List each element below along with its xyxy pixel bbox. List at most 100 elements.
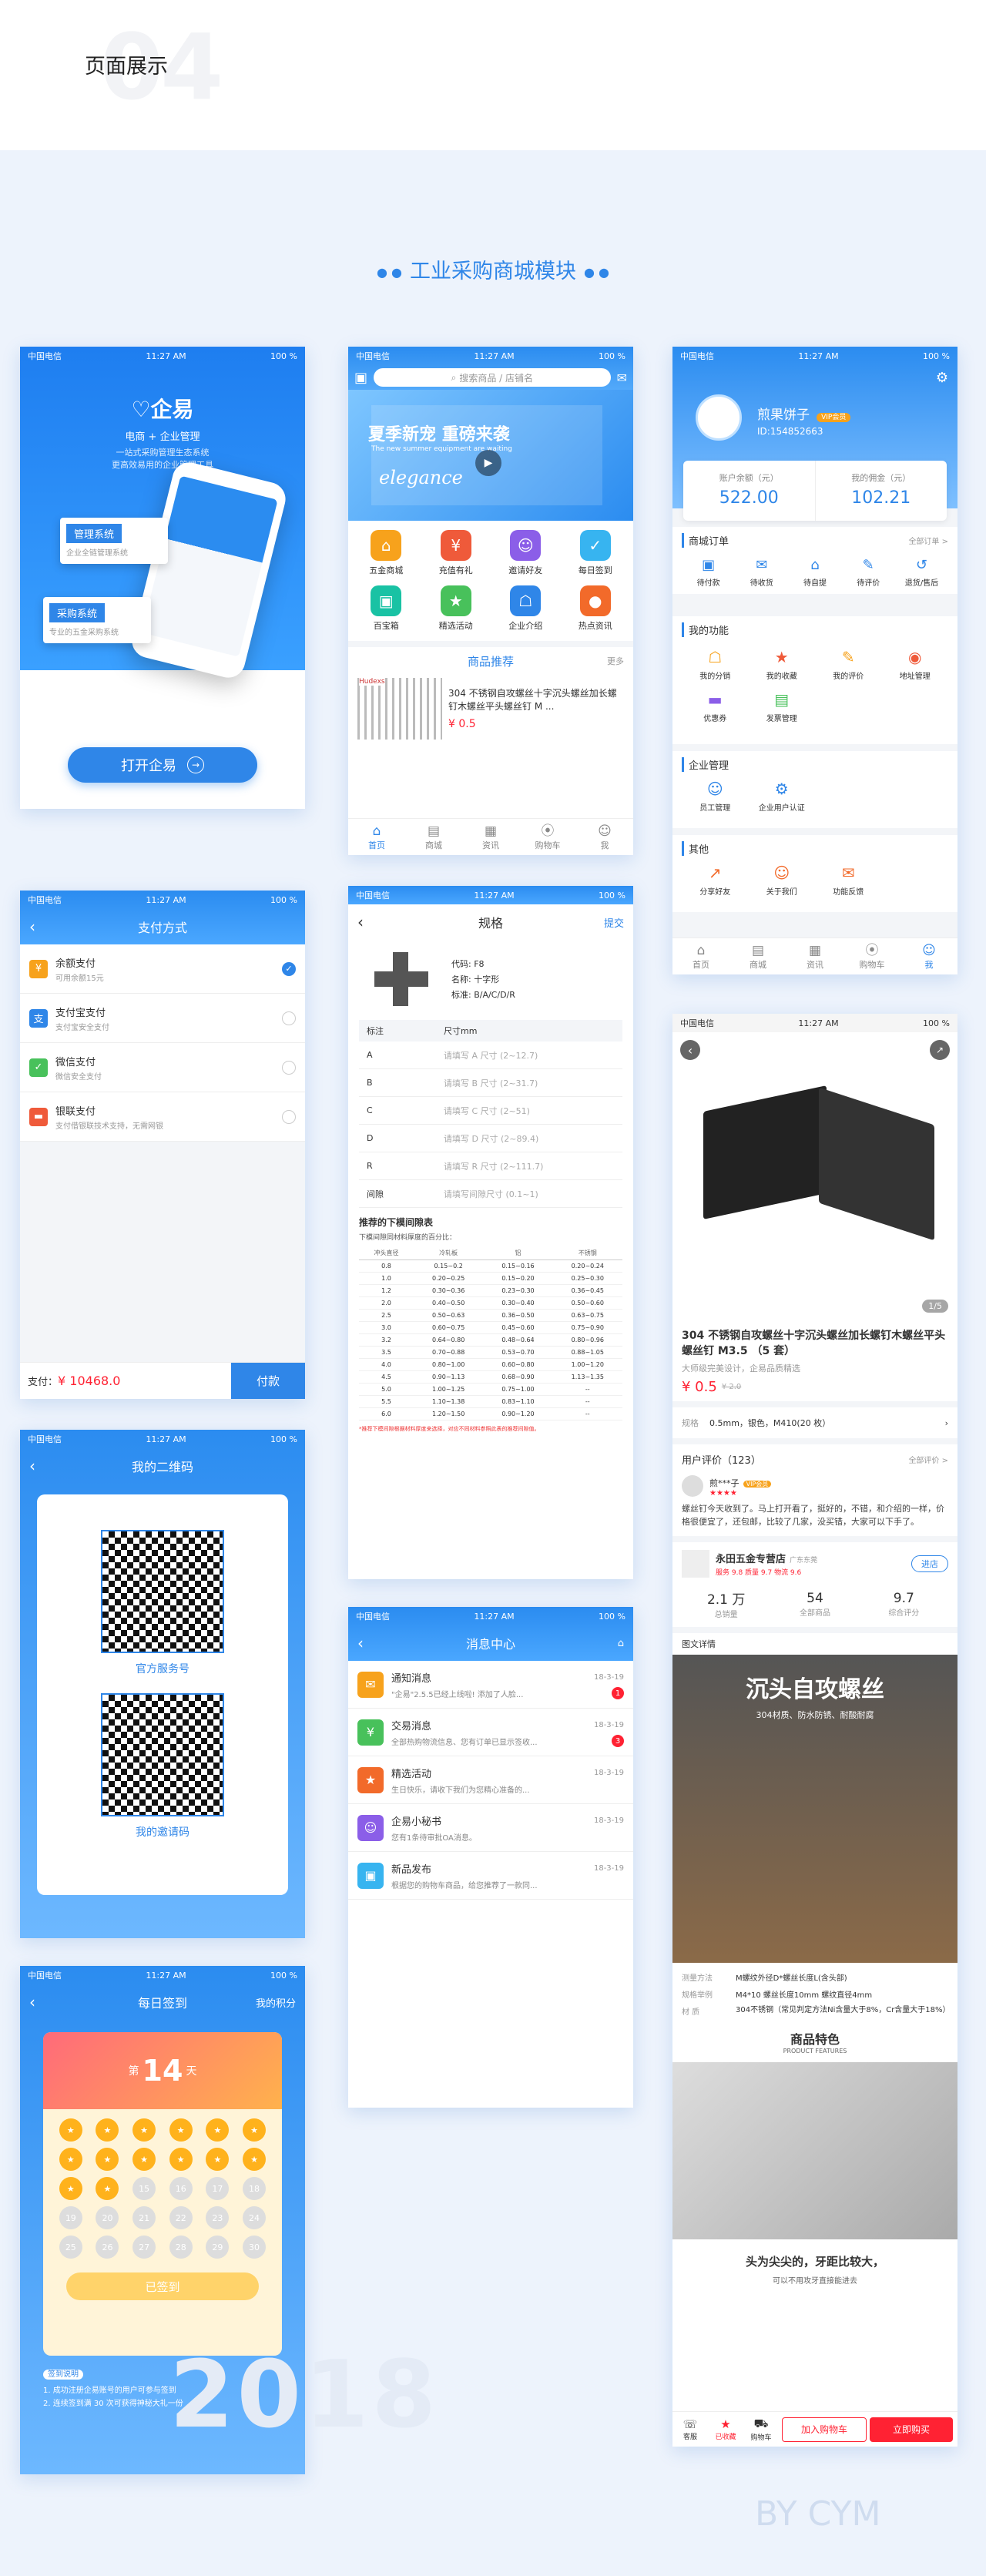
spec-input-row[interactable]: C 请填写 C 尺寸 (2~51) [359, 1097, 622, 1125]
pay-method-row[interactable]: ▬ 银联支付 支付借银联技术支持，无需网银 [20, 1092, 305, 1142]
table-row: 3.5 0.70~0.88 0.53~0.70 0.88~1.05 [359, 1346, 622, 1359]
function-icon: ▬ [707, 690, 723, 709]
function-label: 我的收藏 [766, 673, 797, 681]
gear-icon[interactable]: ⚙ [936, 370, 948, 386]
pay-button[interactable]: 付款 [231, 1362, 305, 1399]
back-icon[interactable]: ‹ [29, 917, 35, 936]
cart-button[interactable]: ⛟ 购物车 [743, 2417, 779, 2442]
order-shortcut[interactable]: ✉ 待收货 [735, 557, 788, 588]
order-shortcut[interactable]: ✎ 待评价 [842, 557, 895, 588]
balance-value[interactable]: 522.00 [683, 488, 815, 508]
message-item[interactable]: ☺ 企易小秘书 18-3-19 您有1条待审批OA消息。 [348, 1804, 633, 1852]
menu-item[interactable]: ⚙ 企业用户认证 [749, 780, 816, 813]
order-shortcut[interactable]: ↺ 退货/售后 [895, 557, 948, 588]
spec-input-row[interactable]: 间隙 请填写间隙尺寸 (0.1~1) [359, 1180, 622, 1208]
back-icon[interactable]: ‹ [680, 1040, 700, 1060]
qr-code-invite[interactable] [101, 1693, 224, 1816]
tab-item[interactable]: ⌂ 首页 [672, 938, 729, 974]
tab-icon: ▤ [751, 943, 765, 958]
function-icon: ▤ [774, 690, 790, 709]
pay-method-row[interactable]: ¥ 余额支付 可用余额15元 ✓ [20, 944, 305, 994]
spec-input-row[interactable]: B 请填写 B 尺寸 (2~31.7) [359, 1069, 622, 1097]
tab-item[interactable]: ▤ 商城 [405, 819, 462, 855]
signed-day-star-icon: ★ [200, 2148, 236, 2171]
share-icon[interactable]: ↗ [930, 1040, 950, 1060]
sign-day: 23 [200, 2206, 236, 2229]
my-points-link[interactable]: 我的积分 [256, 1995, 296, 2010]
radio-icon[interactable] [282, 1011, 296, 1025]
home-shortcut[interactable]: ▣ 百宝箱 [351, 585, 421, 632]
sign-day-count: 14 [142, 2054, 183, 2088]
spec-selector[interactable]: 规格 0.5mm，银色，M410(20 枚） › [672, 1407, 957, 1438]
home-shortcut[interactable]: ★ 精选活动 [421, 585, 491, 632]
service-button[interactable]: ☏ 客服 [672, 2417, 708, 2441]
message-icon[interactable]: ✉ [617, 371, 627, 385]
function-item[interactable]: ✎ 我的评价 [815, 648, 882, 681]
signed-button[interactable]: 已签到 [66, 2272, 259, 2300]
home-shortcut[interactable]: ✓ 每日签到 [561, 530, 631, 576]
cross-diagram [359, 944, 444, 1015]
back-icon[interactable]: ‹ [29, 1993, 35, 2011]
message-item[interactable]: ▣ 新品发布 18-3-19 根据您的购物车商品，给您推荐了一款同... [348, 1852, 633, 1900]
back-icon[interactable]: ‹ [357, 913, 364, 931]
menu-item[interactable]: ☺ 关于我们 [749, 864, 816, 897]
back-icon[interactable]: ‹ [29, 1457, 35, 1475]
message-item[interactable]: ¥ 交易消息 18-3-19 全部热购物流信息、您有订单已显示签收... 3 [348, 1709, 633, 1756]
pay-method-row[interactable]: ✓ 微信支付 微信安全支付 [20, 1043, 305, 1092]
function-item[interactable]: ▬ 优惠券 [682, 690, 749, 723]
tab-item[interactable]: ☺ 我 [900, 938, 957, 974]
home-shortcut[interactable]: ● 热点资讯 [561, 585, 631, 632]
home-shortcut[interactable]: ¥ 充值有礼 [421, 530, 491, 576]
back-icon[interactable]: ‹ [357, 1634, 364, 1652]
radio-icon[interactable] [282, 1060, 296, 1075]
tab-item[interactable]: ▤ 商城 [729, 938, 786, 974]
product-card[interactable]: Hudexs 304 不锈钢自攻螺丝十字沉头螺丝加长螺钉木螺丝平头螺丝钉 M .… [348, 675, 633, 743]
trash-icon[interactable]: ⌂ [618, 1638, 624, 1649]
splash-tagline2: 一站式采购管理生态系统 [116, 448, 210, 458]
function-item[interactable]: ★ 我的收藏 [749, 648, 816, 681]
function-item[interactable]: ◉ 地址管理 [882, 648, 949, 681]
favorite-button[interactable]: ★ 已收藏 [708, 2417, 743, 2441]
commission-value[interactable]: 102.21 [816, 488, 947, 508]
home-shortcut[interactable]: ☺ 邀请好友 [491, 530, 561, 576]
home-shortcut[interactable]: ⌂ 五金商城 [351, 530, 421, 576]
spec-input-row[interactable]: R 请填写 R 尺寸 (2~111.7) [359, 1152, 622, 1180]
function-item[interactable]: ☖ 我的分销 [682, 648, 749, 681]
radio-icon[interactable] [282, 1109, 296, 1124]
function-item[interactable]: ▤ 发票管理 [749, 690, 816, 723]
rec-more-link[interactable]: 更多 [607, 655, 624, 667]
search-input[interactable]: ⌕ 搜索商品 / 店铺名 [374, 368, 611, 387]
menu-item[interactable]: ↗ 分享好友 [682, 864, 749, 897]
home-shortcut[interactable]: ☖ 企业介绍 [491, 585, 561, 632]
menu-item[interactable]: ☺ 员工管理 [682, 780, 749, 813]
day-circle: 22 [169, 2206, 193, 2229]
pay-method-row[interactable]: 支支付宝支付 支付宝安全支付 [20, 994, 305, 1043]
scan-icon[interactable]: ▣ [354, 370, 367, 386]
all-orders-link[interactable]: 全部订单 > [908, 535, 948, 546]
enter-shop-button[interactable]: 进店 [911, 1555, 948, 1572]
spec-input-row[interactable]: D 请填写 D 尺寸 (2~89.4) [359, 1125, 622, 1152]
balance-card: 账户余额（元） 522.00 我的佣金（元） 102.21 [683, 461, 947, 521]
message-item[interactable]: ✉ 通知消息 18-3-19 "企易"2.5.5已经上线啦! 添加了人脸... 1 [348, 1661, 633, 1709]
buy-now-button[interactable]: 立即购买 [870, 2417, 953, 2442]
submit-button[interactable]: 提交 [604, 915, 624, 930]
all-reviews-link[interactable]: 全部评价 > [908, 1454, 948, 1465]
tab-item[interactable]: ⦿ 购物车 [519, 819, 576, 855]
order-shortcut[interactable]: ▣ 待付款 [682, 557, 735, 588]
spec-input-row[interactable]: A 请填写 A 尺寸 (2~12.7) [359, 1041, 622, 1069]
banner[interactable]: 夏季新宠 重磅来袭 The new summer equipment are w… [348, 390, 633, 521]
play-icon[interactable]: ▶ [475, 450, 501, 476]
add-to-cart-button[interactable]: 加入购物车 [782, 2417, 867, 2442]
message-item[interactable]: ★ 精选活动 18-3-19 生日快乐，请收下我们为您精心准备的... [348, 1756, 633, 1804]
tab-item[interactable]: ▦ 资讯 [786, 938, 843, 974]
qr-code-official[interactable] [101, 1530, 224, 1653]
open-button[interactable]: 打开企易 → [68, 747, 257, 783]
order-shortcut[interactable]: ⌂ 待自提 [788, 557, 841, 588]
avatar[interactable] [696, 394, 742, 441]
tab-item[interactable]: ▦ 资讯 [462, 819, 519, 855]
tab-item[interactable]: ⦿ 购物车 [843, 938, 900, 974]
tab-item[interactable]: ⌂ 首页 [348, 819, 405, 855]
tab-item[interactable]: ☺ 我 [576, 819, 633, 855]
checked-radio-icon[interactable]: ✓ [282, 961, 296, 976]
menu-item[interactable]: ✉ 功能反馈 [815, 864, 882, 897]
